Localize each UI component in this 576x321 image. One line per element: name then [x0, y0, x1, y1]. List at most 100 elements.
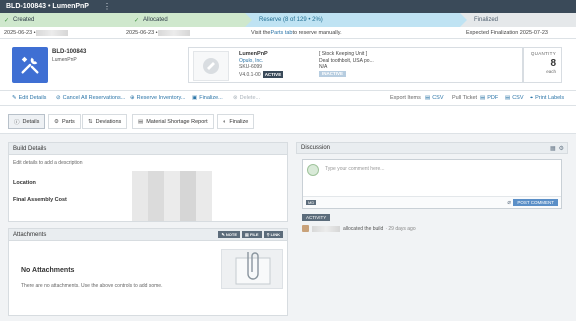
- action-bar: ✎ Edit Details ⊘ Cancel All Reservations..…: [0, 91, 576, 106]
- build-details-panel: Build Details Edit details to add a desc…: [8, 142, 288, 222]
- no-attachments-title: No Attachments: [21, 267, 75, 274]
- tab-parts[interactable]: ⚙ Parts: [48, 114, 81, 129]
- settings-icon[interactable]: ⚙: [559, 145, 564, 152]
- part-card[interactable]: LumenPnP Opulo, Inc. SKU-6099 V4.0.1-00 A…: [188, 47, 524, 83]
- quantity-label: QUANTITY: [530, 51, 556, 56]
- panel-title: Discussion: [301, 145, 331, 151]
- deviation-icon: ⇅: [88, 118, 93, 125]
- post-comment-button[interactable]: POST COMMENT: [513, 199, 558, 206]
- panel-header: Build Details: [9, 143, 287, 155]
- paperclip-icon: [221, 249, 283, 289]
- attach-icon[interactable]: ⌀: [507, 199, 511, 206]
- location-label: Location: [13, 180, 36, 186]
- part-version-text: V4.0.1-00: [239, 72, 261, 78]
- expected-finalization: Expected Finalization 2025-07-23: [466, 29, 548, 36]
- csv-label: CSV: [512, 95, 524, 101]
- build-progress-steps: ✓ Created ✓ Allocated Reserve (8 of 129 • …: [0, 13, 576, 27]
- add-link-button[interactable]: ⚲ LINK: [263, 231, 283, 238]
- finalize-icon: ▣: [192, 95, 198, 101]
- reserve-note: Visit the: [251, 29, 271, 36]
- comment-toolbar: MD ⌀ POST COMMENT: [303, 196, 561, 208]
- step-finalized: Finalized: [460, 13, 576, 27]
- attachment-controls: ✎ NOTE ▤ FILE ⚲ LINK: [218, 231, 283, 238]
- tab-deviations[interactable]: ⇅ Deviations: [82, 114, 128, 129]
- step-dates: 2025-06-23 • 2025-06-23 • Visit the Part…: [0, 27, 576, 39]
- part-sku: SKU-6099: [239, 64, 263, 70]
- discussion-controls: ▦ ⚙: [550, 145, 564, 152]
- no-attachments-text: There are no attachments. Use the above …: [21, 283, 163, 289]
- inactive-badge: INACTIVE: [319, 70, 347, 77]
- step-created: ✓ Created: [0, 13, 127, 27]
- panel-title: Attachments: [13, 231, 47, 238]
- tab-label: Material Shortage Report: [146, 118, 208, 125]
- parts-tab-link[interactable]: Parts tab: [270, 30, 292, 36]
- part-name[interactable]: LumenPnP: [239, 51, 268, 57]
- redacted-user: [312, 225, 340, 232]
- allocated-date: 2025-06-23 •: [126, 29, 158, 36]
- quantity-unit: each: [546, 69, 556, 74]
- link-label: LINK: [270, 232, 280, 237]
- reserve-icon: ⊕: [130, 95, 135, 101]
- tab-label: Finalize: [229, 118, 249, 125]
- tab-finalize[interactable]: ◐ Finalize: [217, 114, 255, 129]
- file-icon: ▤: [505, 95, 511, 101]
- cancel-label: Cancel All Reservations...: [62, 95, 126, 101]
- delete-label: Delete...: [239, 95, 261, 101]
- activity-time: · 29 days ago: [385, 225, 416, 232]
- export-csv-button[interactable]: ▤ CSV: [425, 95, 444, 101]
- archive-icon[interactable]: ▦: [550, 145, 556, 152]
- tab-material-shortage[interactable]: ▤ Material Shortage Report: [132, 114, 214, 129]
- add-note-button[interactable]: ✎ NOTE: [218, 231, 241, 238]
- redacted-user: [157, 29, 190, 36]
- markdown-icon: MD: [306, 200, 317, 205]
- reserve-inventory-button[interactable]: ⊕ Reserve Inventory...: [130, 95, 185, 101]
- add-file-button[interactable]: ▤ FILE: [242, 231, 262, 238]
- delete-button[interactable]: ⊗ Delete...: [233, 95, 260, 101]
- active-badge: ACTIVE: [262, 71, 284, 78]
- step-reserve: Reserve (8 of 129 • 2%): [245, 13, 467, 27]
- attachments-panel: Attachments ✎ NOTE ▤ FILE ⚲ LINK No Atta…: [8, 228, 288, 316]
- page-title: BLD-100843 • LumenPnP: [6, 3, 89, 10]
- finalize-button[interactable]: ▣ Finalize...: [192, 95, 223, 101]
- activity-button[interactable]: ACTIVITY: [302, 214, 331, 221]
- note-label: NOTE: [225, 232, 238, 237]
- activity-entry: allocated the build · 29 days ago: [302, 225, 416, 232]
- tag-icon: ⌖: [530, 95, 534, 101]
- reserve-label: Reserve Inventory...: [136, 95, 186, 101]
- edit-details-button[interactable]: ✎ Edit Details: [12, 95, 46, 101]
- finalize-label: Finalize...: [199, 95, 223, 101]
- comment-box[interactable]: Type your comment here... MD ⌀ POST COMM…: [302, 159, 562, 209]
- list-icon: ▤: [138, 118, 144, 125]
- step-label: Created: [13, 17, 35, 23]
- final-assembly-cost-label: Final Assembly Cost: [13, 197, 67, 203]
- csv-label: CSV: [432, 95, 444, 101]
- redacted-user: [35, 29, 68, 36]
- pull-pdf-button[interactable]: ▤ PDF: [480, 95, 498, 101]
- part-version: V4.0.1-00 ACTIVE: [239, 71, 284, 78]
- labels-label: Print Labels: [535, 95, 565, 101]
- step-label: Allocated: [143, 17, 168, 23]
- pull-csv-button[interactable]: ▤ CSV: [505, 95, 524, 101]
- quantity-value: 8: [550, 58, 556, 69]
- user-avatar: [307, 164, 319, 176]
- kebab-menu-icon[interactable]: ⋮: [103, 2, 111, 11]
- file-label: FILE: [249, 232, 259, 237]
- edit-details-note: Edit details to add a description: [13, 160, 83, 166]
- print-labels-button[interactable]: ⌖ Print Labels: [530, 95, 564, 102]
- part-description: [ Stock Keeping Unit ] Deal toothbolt, U…: [319, 51, 429, 77]
- tab-label: Parts: [61, 118, 75, 125]
- pdf-label: PDF: [487, 95, 499, 101]
- panel-title: Build Details: [13, 145, 47, 152]
- app-header: BLD-100843 • LumenPnP ⋮: [0, 0, 576, 13]
- cancel-reservations-button[interactable]: ⊘ Cancel All Reservations...: [56, 95, 125, 101]
- comment-input[interactable]: Type your comment here...: [325, 166, 384, 172]
- panel-header: Discussion ▦ ⚙: [296, 142, 568, 154]
- cancel-icon: ⊘: [56, 95, 61, 101]
- build-tools-icon: [12, 47, 48, 83]
- tab-details[interactable]: ⓘ Details: [8, 114, 46, 129]
- file-icon: ▤: [425, 95, 431, 101]
- pull-ticket-label: Pull Ticket: [452, 95, 478, 101]
- export-items-label: Export Items: [390, 95, 421, 101]
- user-avatar: [302, 225, 309, 232]
- edit-label: Edit Details: [18, 95, 47, 101]
